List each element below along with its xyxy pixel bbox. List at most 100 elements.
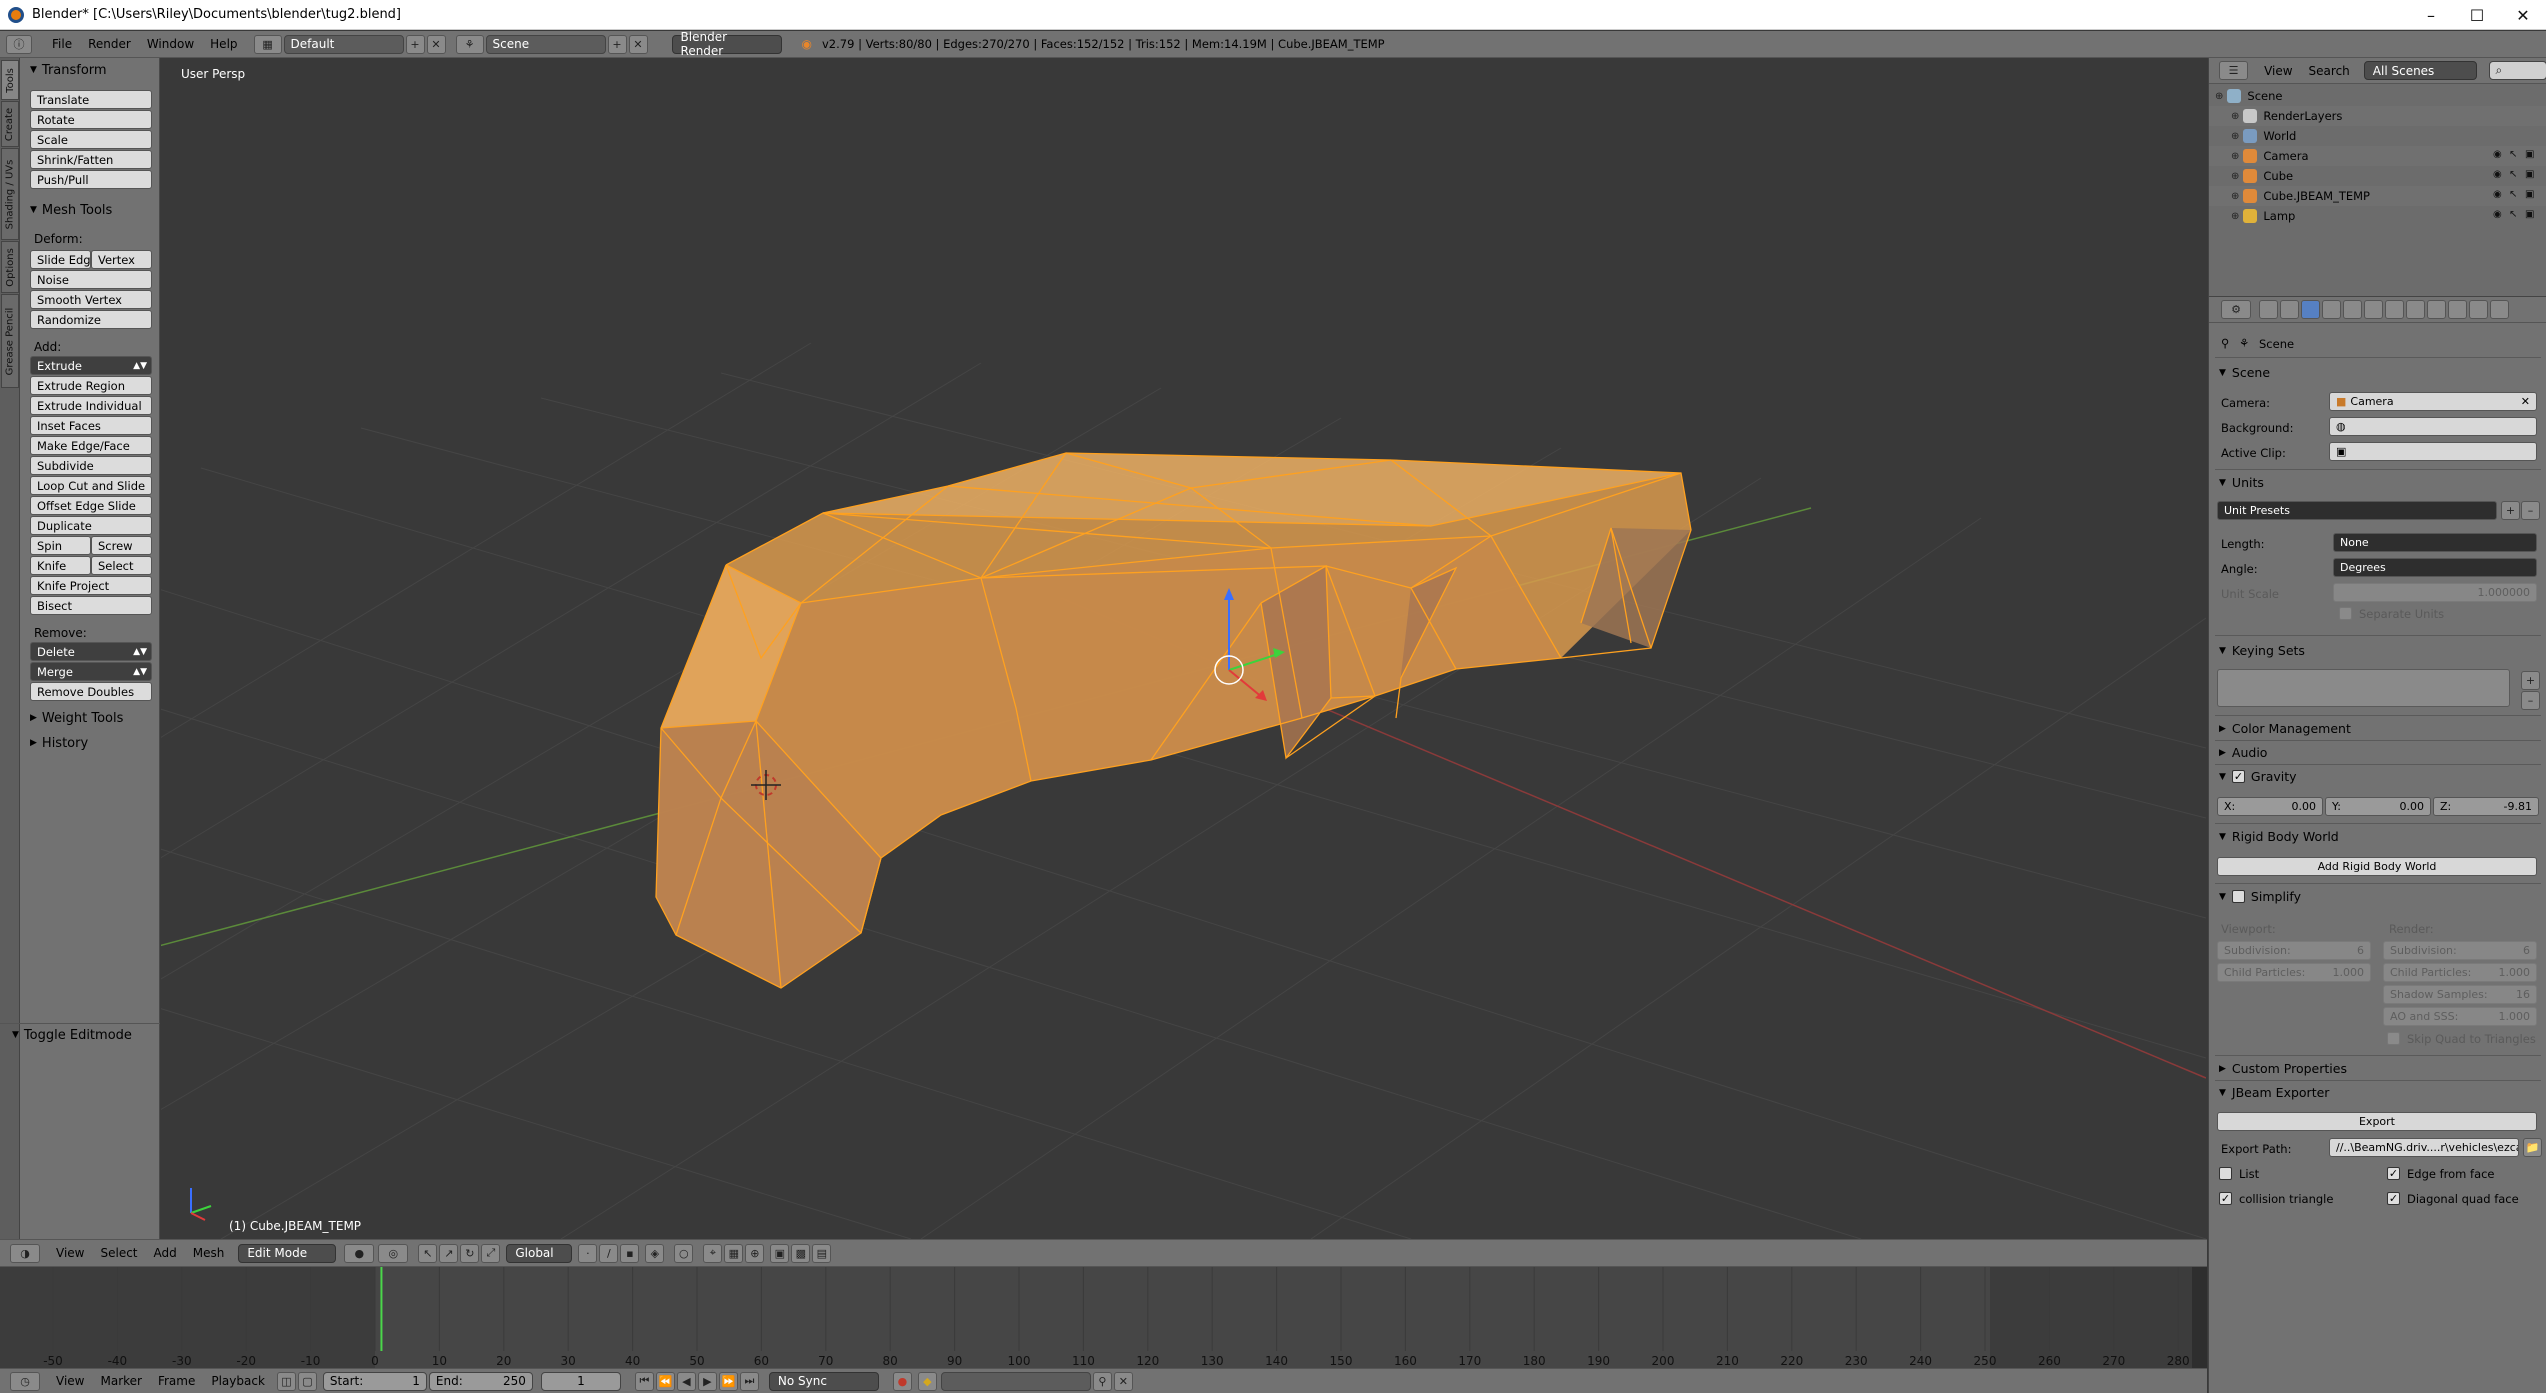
color-management-panel-header[interactable]: ▶ Color Management [2219, 721, 2351, 736]
clear-camera-icon[interactable]: ✕ [2521, 395, 2530, 408]
units-panel-header[interactable]: ▼ Units [2219, 475, 2264, 490]
add-scene-button[interactable]: + [607, 34, 627, 54]
keying-sets-panel-header[interactable]: ▼ Keying Sets [2219, 643, 2305, 658]
editor-type-properties-icon[interactable]: ⚙ [2221, 300, 2251, 319]
gravity-panel-header[interactable]: ▼ ✓ Gravity [2219, 769, 2297, 784]
tab-shading-uvs[interactable]: Shading / UVs [1, 148, 19, 240]
unit-presets-dropdown[interactable]: Unit Presets [2217, 501, 2497, 520]
separate-units-checkbox[interactable] [2339, 607, 2352, 620]
skip-quad-checkbox[interactable] [2387, 1032, 2400, 1045]
outliner-item-name[interactable]: Scene [2247, 89, 2282, 103]
scene-tab-icon[interactable] [2301, 300, 2320, 319]
render-engine-dropdown[interactable]: Blender Render [671, 30, 782, 58]
slide-vertex-button[interactable]: Vertex [91, 250, 152, 269]
selectability-icon[interactable]: ↖ [2509, 189, 2517, 200]
viewport-subdivision-field[interactable]: Subdivision: 6 [2217, 941, 2371, 960]
expand-icon[interactable]: ⊕ [2231, 131, 2239, 142]
tab-create[interactable]: Create [1, 101, 19, 147]
simplify-panel-header[interactable]: ▼ Simplify [2219, 889, 2301, 904]
material-tab-icon[interactable] [2427, 300, 2446, 319]
outliner-item-name[interactable]: Cube.JBEAM_TEMP [2263, 189, 2370, 203]
outliner-item-name[interactable]: Camera [2263, 149, 2308, 163]
translate-manipulator-icon[interactable]: ↗ [439, 1243, 459, 1263]
pivot-point-icon[interactable]: ◎ [378, 1243, 409, 1263]
menu-view[interactable]: View [56, 1246, 84, 1260]
jump-start-icon[interactable]: ⏮ [634, 1371, 654, 1391]
keying-set-icon[interactable]: ◆ [917, 1371, 937, 1391]
tab-options[interactable]: Options [1, 241, 19, 293]
opengl-anim-icon[interactable]: ▩ [791, 1243, 811, 1263]
mesh-cube-jbeam-temp[interactable] [655, 452, 1692, 989]
folder-browse-icon[interactable]: 📁 [2523, 1138, 2542, 1157]
expand-icon[interactable]: ⊕ [2231, 171, 2239, 182]
gravity-y-field[interactable]: Y: 0.00 [2325, 797, 2431, 816]
sync-mode-dropdown[interactable]: No Sync [768, 1371, 879, 1391]
close-button[interactable]: ✕ [2500, 0, 2546, 30]
world-tab-icon[interactable] [2322, 300, 2341, 319]
texture-tab-icon[interactable] [2448, 300, 2467, 319]
menu-timeline-view[interactable]: View [56, 1374, 84, 1388]
subdivide-button[interactable]: Subdivide [30, 456, 152, 475]
jump-keyframe-forward-icon[interactable]: ⏩ [718, 1371, 738, 1391]
tab-grease-pencil[interactable]: Grease Pencil [1, 294, 19, 388]
extrude-dropdown[interactable]: Extrude ▲▼ [30, 356, 152, 375]
active-clip-field[interactable]: ▣ [2329, 442, 2537, 461]
preview-range-icon[interactable]: ◫ [276, 1371, 296, 1391]
outliner-item-name[interactable]: RenderLayers [2263, 109, 2342, 123]
add-unit-preset-button[interactable]: + [2501, 501, 2520, 520]
current-frame-field[interactable]: 1 [540, 1371, 621, 1391]
duplicate-button[interactable]: Duplicate [30, 516, 152, 535]
menu-add[interactable]: Add [154, 1246, 177, 1260]
extrude-region-button[interactable]: Extrude Region [30, 376, 152, 395]
transform-orientation-dropdown[interactable]: Global [506, 1243, 573, 1263]
smooth-vertex-button[interactable]: Smooth Vertex [30, 290, 152, 309]
timeline-area[interactable]: -50 -40 -30 -20 -10 0 10 20 30 40 50 60 70 80 90 100 110… [0, 1267, 2207, 1368]
insert-keyframe-icon[interactable]: ⚲ [1092, 1371, 1112, 1391]
face-select-icon[interactable]: ▪ [620, 1243, 640, 1263]
outliner-item-name[interactable]: Lamp [2263, 209, 2295, 223]
record-icon[interactable]: ● [892, 1371, 912, 1391]
outliner-row[interactable]: ⊕ RenderLayers [2209, 106, 2546, 126]
loop-cut-slide-button[interactable]: Loop Cut and Slide [30, 476, 152, 495]
menu-marker[interactable]: Marker [100, 1374, 141, 1388]
noise-button[interactable]: Noise [30, 270, 152, 289]
outliner-menu-view[interactable]: View [2264, 64, 2292, 78]
collision-triangle-checkbox[interactable]: ✓ [2219, 1192, 2232, 1205]
minimize-button[interactable]: – [2408, 0, 2454, 30]
render-tab-icon[interactable] [2259, 300, 2278, 319]
start-frame-field[interactable]: Start: 1 [322, 1371, 427, 1391]
end-frame-field[interactable]: End: 250 [428, 1371, 533, 1391]
push-pull-button[interactable]: Push/Pull [30, 170, 152, 189]
export-path-field[interactable]: //..\BeamNG.driv....r\vehicles\ezcar\ [2329, 1138, 2519, 1157]
delete-dropdown[interactable]: Delete ▲▼ [30, 642, 152, 661]
ao-sss-field[interactable]: AO and SSS: 1.000 [2383, 1007, 2537, 1026]
remove-unit-preset-button[interactable]: – [2521, 501, 2540, 520]
pin-icon[interactable]: ⚲ [2221, 336, 2229, 350]
visibility-eye-icon[interactable]: ◉ [2493, 189, 2502, 200]
outliner-menu-search[interactable]: Search [2309, 64, 2350, 78]
visibility-eye-icon[interactable]: ◉ [2493, 149, 2502, 160]
background-field[interactable]: ◍ [2329, 417, 2537, 436]
weight-tools-panel-header[interactable]: ▶ Weight Tools [30, 708, 160, 728]
editor-type-timeline-icon[interactable]: ◷ [10, 1371, 40, 1391]
rotate-manipulator-icon[interactable]: ↻ [460, 1243, 480, 1263]
render-child-particles-field[interactable]: Child Particles: 1.000 [2383, 963, 2537, 982]
tab-tools[interactable]: Tools [1, 60, 19, 100]
last-operator-panel-header[interactable]: ▼ Toggle Editmode [12, 1025, 152, 1045]
angle-unit-dropdown[interactable]: Degrees [2333, 558, 2537, 577]
renderability-icon[interactable]: ▣ [2525, 149, 2534, 160]
menu-frame[interactable]: Frame [158, 1374, 195, 1388]
keying-sets-list[interactable] [2217, 669, 2510, 707]
randomize-button[interactable]: Randomize [30, 310, 152, 329]
viewport-child-particles-field[interactable]: Child Particles: 1.000 [2217, 963, 2371, 982]
manipulator-toggle-icon[interactable]: ↖ [418, 1243, 438, 1263]
opengl-render-icon[interactable]: ▣ [770, 1243, 790, 1263]
jump-end-icon[interactable]: ⏭ [739, 1371, 759, 1391]
jbeam-export-button[interactable]: Export [2217, 1112, 2537, 1131]
gravity-z-field[interactable]: Z: -9.81 [2433, 797, 2539, 816]
screw-button[interactable]: Screw [91, 536, 152, 555]
shrink-fatten-button[interactable]: Shrink/Fatten [30, 150, 152, 169]
visibility-eye-icon[interactable]: ◉ [2493, 169, 2502, 180]
menu-playback[interactable]: Playback [211, 1374, 265, 1388]
scene-panel-header[interactable]: ▼ Scene [2219, 365, 2270, 380]
